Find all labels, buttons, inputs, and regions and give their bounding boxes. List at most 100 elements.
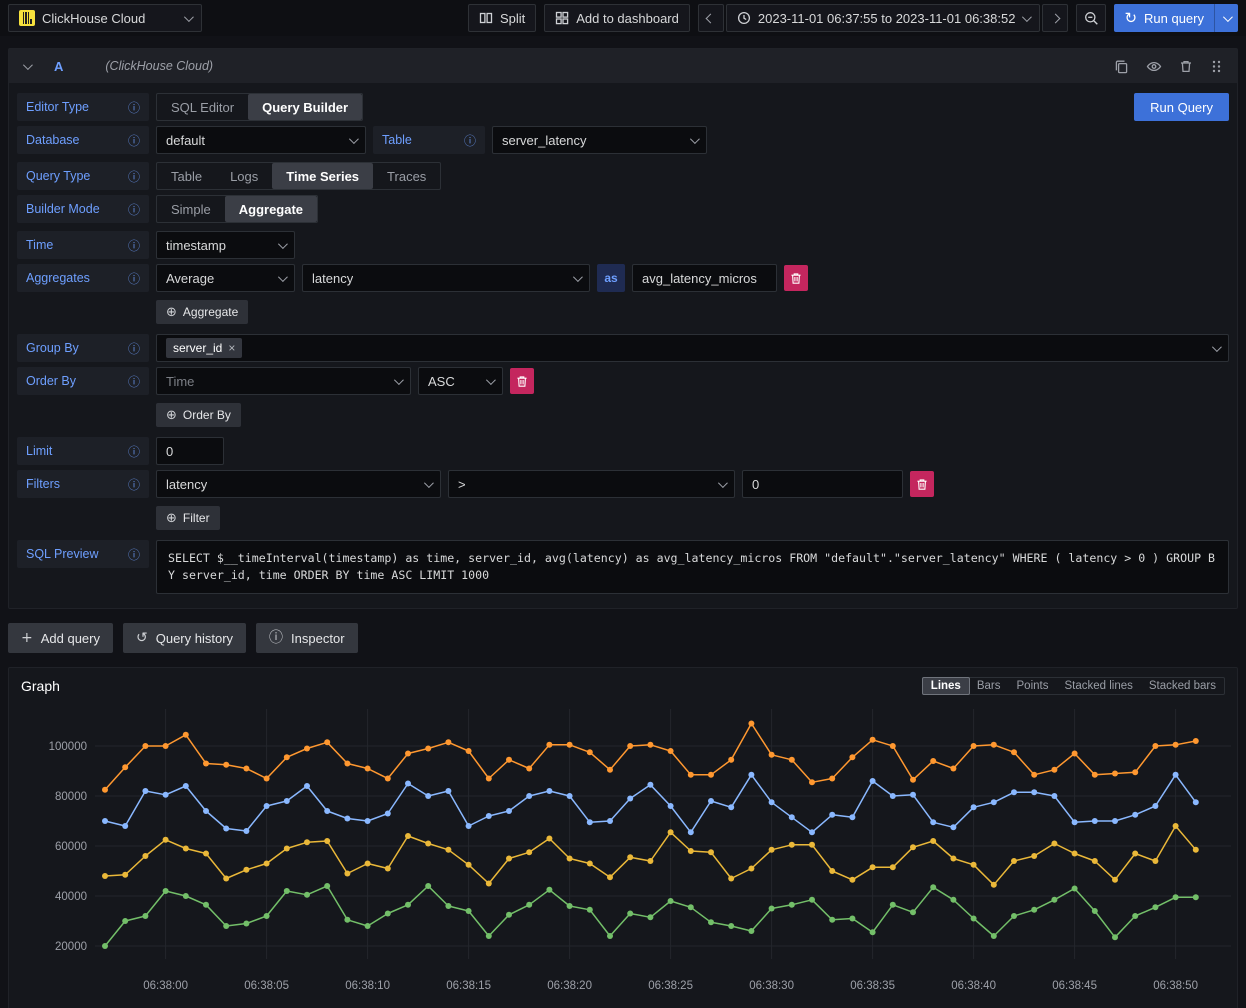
duplicate-query-icon[interactable] bbox=[1114, 59, 1129, 74]
graph-style-stacked-lines[interactable]: Stacked lines bbox=[1056, 678, 1140, 694]
time-series-chart[interactable]: 2000040000600008000010000006:38:0006:38:… bbox=[15, 701, 1235, 999]
x-axis-tick-label: 06:38:05 bbox=[244, 980, 289, 992]
dashboard-grid-icon bbox=[555, 11, 569, 25]
remove-order-by-button[interactable] bbox=[510, 368, 534, 394]
query-type-option-logs[interactable]: Logs bbox=[216, 163, 272, 189]
inspector-button[interactable]: ⓘInspector bbox=[256, 623, 357, 653]
circle-plus-icon: ⊕ bbox=[166, 511, 177, 526]
filter-field-select[interactable]: latency bbox=[156, 470, 441, 498]
limit-input[interactable] bbox=[166, 444, 214, 459]
time-range-picker[interactable]: 2023-11-01 06:37:55 to 2023-11-01 06:38:… bbox=[726, 4, 1041, 32]
history-icon: ↺ bbox=[136, 631, 148, 645]
database-select[interactable]: default bbox=[156, 126, 366, 154]
editor-type-toggle: SQL Editor Query Builder bbox=[156, 93, 363, 121]
query-type-option-traces[interactable]: Traces bbox=[373, 163, 440, 189]
zoom-out-button[interactable] bbox=[1076, 4, 1106, 32]
chevron-down-icon bbox=[184, 12, 194, 22]
chevron-right-icon bbox=[1050, 13, 1060, 23]
aggregate-alias-input[interactable] bbox=[642, 271, 767, 286]
chevron-down-icon bbox=[394, 375, 404, 385]
chevron-down-icon bbox=[718, 478, 728, 488]
query-type-label: Query Typeⓘ bbox=[17, 162, 149, 190]
run-query-button[interactable]: ↻ Run query bbox=[1114, 4, 1214, 32]
info-icon: ⓘ bbox=[464, 132, 476, 149]
graph-style-lines[interactable]: Lines bbox=[923, 678, 969, 694]
collapse-chevron-icon[interactable] bbox=[23, 60, 33, 70]
refresh-icon: ↻ bbox=[1124, 11, 1137, 26]
query-ref-id: A bbox=[54, 59, 63, 74]
query-type-option-table[interactable]: Table bbox=[157, 163, 216, 189]
query-history-button[interactable]: ↺Query history bbox=[123, 623, 246, 653]
top-toolbar: ClickHouse Cloud Split Add to dashboard … bbox=[0, 0, 1246, 36]
group-by-multiselect[interactable]: server_id× bbox=[156, 334, 1229, 362]
remove-tag-icon[interactable]: × bbox=[228, 341, 235, 355]
delete-query-trash-icon[interactable] bbox=[1179, 59, 1193, 74]
remove-filter-button[interactable] bbox=[910, 471, 934, 497]
info-icon: ⓘ bbox=[128, 201, 140, 218]
chevron-down-icon bbox=[1223, 12, 1233, 22]
info-circle-icon: ⓘ bbox=[269, 631, 283, 645]
query-type-toggle: Table Logs Time Series Traces bbox=[156, 162, 441, 190]
chevron-down-icon bbox=[486, 375, 496, 385]
info-icon: ⓘ bbox=[128, 340, 140, 357]
time-column-select[interactable]: timestamp bbox=[156, 231, 295, 259]
aggregate-function-select[interactable]: Average bbox=[156, 264, 295, 292]
x-axis-tick-label: 06:38:40 bbox=[951, 980, 996, 992]
add-aggregate-button[interactable]: ⊕Aggregate bbox=[156, 300, 248, 324]
editor-type-option-sql-editor[interactable]: SQL Editor bbox=[157, 94, 248, 120]
run-query-dropdown-button[interactable] bbox=[1214, 4, 1238, 32]
info-icon: ⓘ bbox=[128, 132, 140, 149]
split-button[interactable]: Split bbox=[468, 4, 536, 32]
editor-type-option-query-builder[interactable]: Query Builder bbox=[248, 94, 362, 120]
trash-icon bbox=[916, 478, 928, 491]
table-select[interactable]: server_latency bbox=[492, 126, 707, 154]
add-order-by-button[interactable]: ⊕Order By bbox=[156, 403, 241, 427]
builder-mode-option-simple[interactable]: Simple bbox=[157, 196, 225, 222]
query-editor-card: A (ClickHouse Cloud) Editor Typeⓘ SQL Ed… bbox=[8, 48, 1238, 609]
limit-label: Limitⓘ bbox=[17, 437, 149, 465]
remove-aggregate-button[interactable] bbox=[784, 265, 808, 291]
x-axis-tick-label: 06:38:15 bbox=[446, 980, 491, 992]
add-to-dashboard-button[interactable]: Add to dashboard bbox=[544, 4, 690, 32]
graph-panel-title: Graph bbox=[21, 678, 60, 694]
sql-preview-label: SQL Previewⓘ bbox=[17, 540, 149, 568]
group-by-tag: server_id× bbox=[166, 338, 242, 358]
clickhouse-logo-icon bbox=[19, 10, 35, 26]
aggregate-column-select[interactable]: latency bbox=[302, 264, 590, 292]
graph-style-points[interactable]: Points bbox=[1009, 678, 1057, 694]
info-icon: ⓘ bbox=[128, 237, 140, 254]
info-icon: ⓘ bbox=[128, 443, 140, 460]
split-icon bbox=[479, 11, 493, 25]
time-label: Timeⓘ bbox=[17, 231, 149, 259]
x-axis-tick-label: 06:38:45 bbox=[1052, 980, 1097, 992]
trash-icon bbox=[516, 375, 528, 388]
drag-handle-icon[interactable] bbox=[1210, 59, 1223, 74]
datasource-picker[interactable]: ClickHouse Cloud bbox=[8, 4, 202, 32]
builder-mode-toggle: Simple Aggregate bbox=[156, 195, 318, 223]
graph-style-toggle: Lines Bars Points Stacked lines Stacked … bbox=[922, 677, 1225, 695]
time-range-forward-button[interactable] bbox=[1042, 4, 1068, 32]
run-query-inline-button[interactable]: Run Query bbox=[1134, 93, 1229, 121]
builder-mode-option-aggregate[interactable]: Aggregate bbox=[225, 196, 317, 222]
graph-panel: Graph Lines Bars Points Stacked lines St… bbox=[8, 667, 1238, 1008]
query-datasource-hint: (ClickHouse Cloud) bbox=[105, 59, 213, 73]
order-by-field-select[interactable]: Time bbox=[156, 367, 411, 395]
query-header[interactable]: A (ClickHouse Cloud) bbox=[9, 49, 1237, 83]
circle-plus-icon: ⊕ bbox=[166, 305, 177, 320]
x-axis-tick-label: 06:38:35 bbox=[850, 980, 895, 992]
chevron-down-icon bbox=[349, 134, 359, 144]
graph-style-stacked-bars[interactable]: Stacked bars bbox=[1141, 678, 1224, 694]
hide-query-eye-icon[interactable] bbox=[1146, 59, 1162, 74]
add-query-button[interactable]: +Add query bbox=[8, 623, 113, 653]
filter-operator-select[interactable]: > bbox=[448, 470, 735, 498]
y-axis-tick-label: 60000 bbox=[55, 841, 87, 853]
order-by-direction-select[interactable]: ASC bbox=[418, 367, 503, 395]
filter-value-input[interactable] bbox=[752, 477, 893, 492]
query-type-option-time-series[interactable]: Time Series bbox=[272, 163, 373, 189]
graph-style-bars[interactable]: Bars bbox=[969, 678, 1009, 694]
add-filter-button[interactable]: ⊕Filter bbox=[156, 506, 220, 530]
time-range-back-button[interactable] bbox=[698, 4, 724, 32]
chevron-down-icon bbox=[278, 272, 288, 282]
aggregates-label: Aggregatesⓘ bbox=[17, 264, 149, 292]
circle-plus-icon: ⊕ bbox=[166, 408, 177, 423]
